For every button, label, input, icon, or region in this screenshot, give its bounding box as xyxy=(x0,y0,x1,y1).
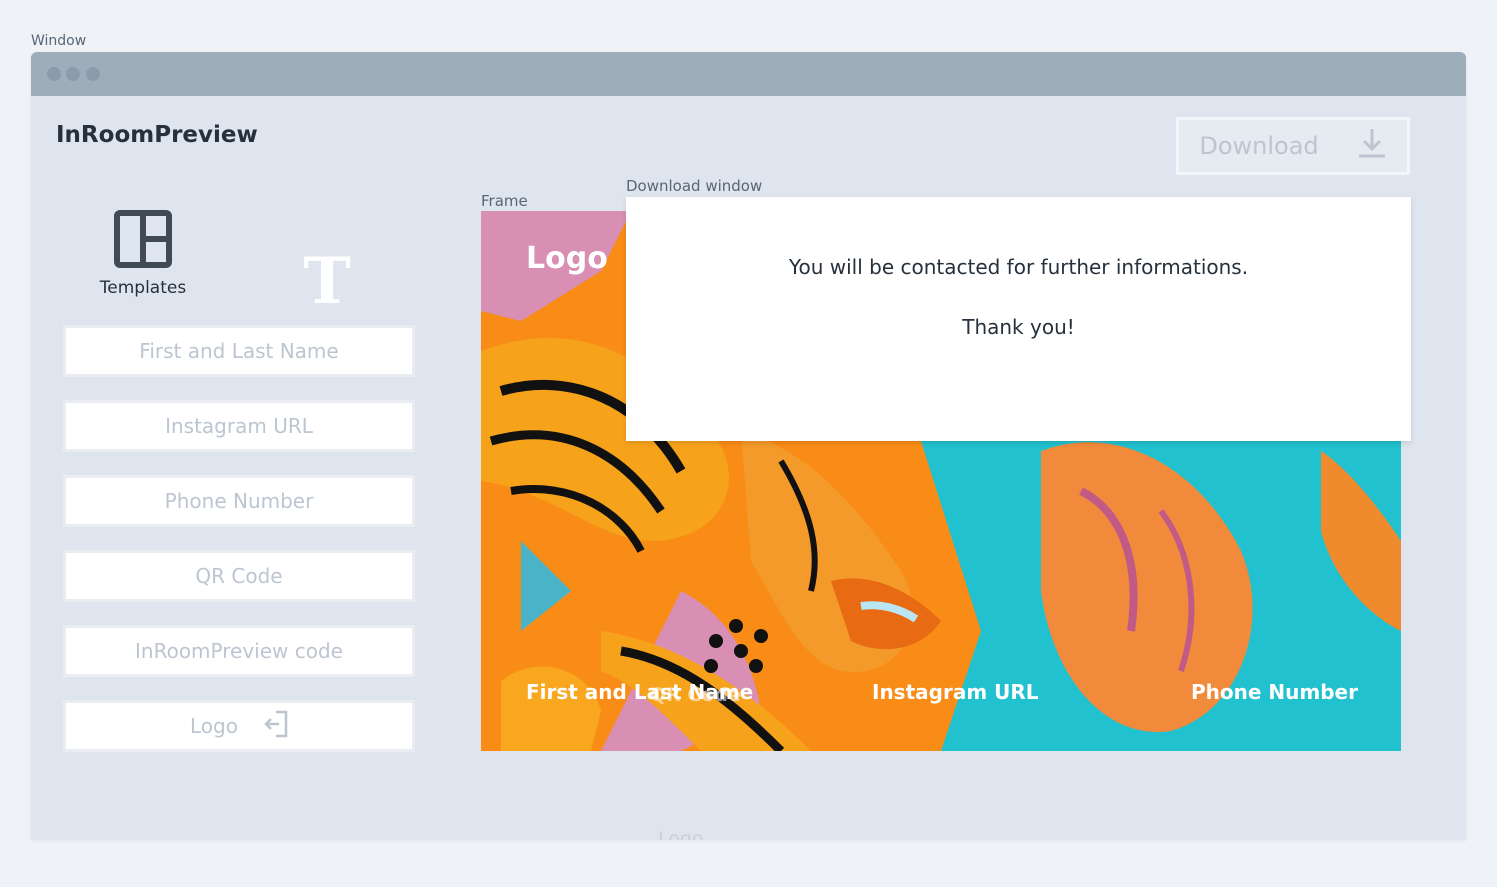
frame-phone-text: Phone Number xyxy=(1191,680,1358,704)
window-label: Window xyxy=(31,33,87,49)
window-dot-icon[interactable] xyxy=(86,67,100,81)
name-field[interactable]: First and Last Name xyxy=(63,325,415,377)
inroompreview-code-field-placeholder: InRoomPreview code xyxy=(135,639,343,663)
templates-label: Templates xyxy=(99,278,187,298)
instagram-field-placeholder: Instagram URL xyxy=(165,414,313,438)
download-window: You will be contacted for further inform… xyxy=(626,197,1411,441)
templates-tool[interactable]: Templates xyxy=(98,210,188,298)
download-button[interactable]: Download xyxy=(1176,117,1410,175)
logo-upload-icon xyxy=(264,710,288,743)
text-tool-glyph: T xyxy=(303,250,351,310)
name-field-placeholder: First and Last Name xyxy=(139,339,339,363)
frame-instagram-text: Instagram URL xyxy=(872,680,1039,704)
frame-name-text: First and Last Name xyxy=(526,680,754,704)
app-title: InRoomPreview xyxy=(56,122,258,148)
app-window: InRoomPreview Download Templates T First… xyxy=(31,52,1466,840)
phone-field-placeholder: Phone Number xyxy=(164,489,314,513)
inroompreview-code-field[interactable]: InRoomPreview code xyxy=(63,625,415,677)
window-dot-icon[interactable] xyxy=(66,67,80,81)
templates-icon xyxy=(114,210,172,272)
qr-code-field-placeholder: QR Code xyxy=(195,564,283,588)
phone-field[interactable]: Phone Number xyxy=(63,475,415,527)
text-tool-icon[interactable]: T xyxy=(297,244,357,319)
instagram-field[interactable]: Instagram URL xyxy=(63,400,415,452)
frame-label: Frame xyxy=(481,192,528,210)
logo-upload-field[interactable]: Logo xyxy=(63,700,415,752)
frame-logo-text: Logo xyxy=(526,241,608,276)
title-bar xyxy=(31,52,1466,96)
download-button-label: Download xyxy=(1199,132,1319,160)
download-arrow-icon xyxy=(1357,127,1387,165)
window-dot-icon[interactable] xyxy=(47,67,61,81)
qr-code-field[interactable]: QR Code xyxy=(63,550,415,602)
download-thanks: Thank you! xyxy=(962,315,1075,339)
download-window-label: Download window xyxy=(626,177,763,195)
ghost-logo-text: Logo xyxy=(658,828,704,840)
logo-upload-field-placeholder: Logo xyxy=(190,714,238,738)
download-message: You will be contacted for further inform… xyxy=(788,255,1249,279)
